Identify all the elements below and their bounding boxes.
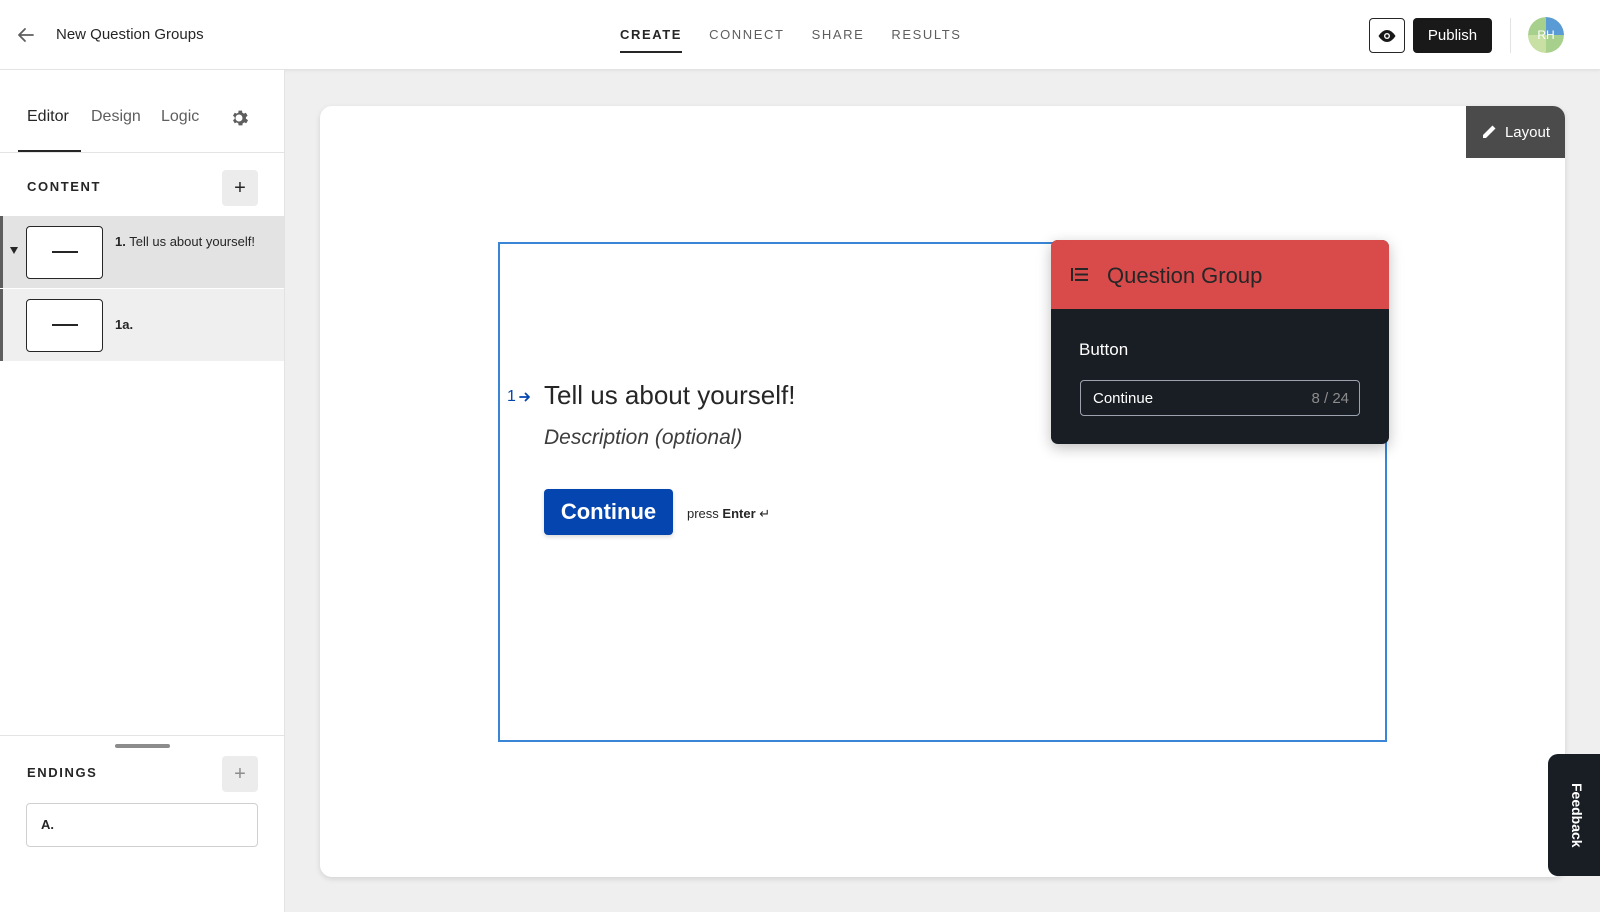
top-bar: New Question Groups CREATE CONNECT SHARE…: [0, 0, 1600, 70]
char-counter: 8 / 24: [1311, 390, 1349, 407]
resize-handle[interactable]: [115, 744, 170, 748]
avatar-initials: RH: [1537, 28, 1555, 42]
preview-button[interactable]: [1369, 18, 1405, 53]
tab-connect[interactable]: CONNECT: [709, 0, 784, 70]
add-content-button[interactable]: +: [222, 170, 258, 206]
sidebar: Editor Design Logic CONTENT + 1. Tell us…: [0, 70, 285, 912]
enter-key-label: Enter: [722, 506, 756, 521]
endings-section: ENDINGS + A.: [0, 735, 285, 912]
plus-icon: +: [234, 762, 246, 785]
popover-title: Question Group: [1107, 263, 1263, 288]
continue-button[interactable]: Continue: [544, 489, 673, 535]
caret-down-icon[interactable]: [10, 247, 18, 254]
add-ending-button[interactable]: +: [222, 756, 258, 792]
tab-results[interactable]: RESULTS: [891, 0, 961, 70]
statement-thumbnail: [26, 226, 103, 279]
publish-button[interactable]: Publish: [1413, 18, 1492, 53]
back-arrow-icon[interactable]: [14, 23, 38, 47]
button-field-label: Button: [1079, 340, 1129, 359]
tab-logic[interactable]: Logic: [161, 108, 199, 126]
content-item-1[interactable]: 1. Tell us about yourself!: [0, 216, 284, 288]
divider: [1510, 18, 1511, 53]
endings-section-label: ENDINGS: [27, 765, 98, 780]
question-number: 1: [507, 388, 531, 406]
content-item-label: 1a.: [115, 315, 255, 335]
press-enter-hint: press Enter ↵: [687, 506, 770, 522]
pencil-icon: [1482, 125, 1496, 138]
tab-share[interactable]: SHARE: [812, 0, 865, 70]
main-nav: CREATE CONNECT SHARE RESULTS: [620, 0, 989, 70]
avatar[interactable]: RH: [1528, 17, 1564, 53]
form-title[interactable]: New Question Groups: [56, 26, 204, 43]
question-title[interactable]: Tell us about yourself!: [544, 380, 795, 411]
content-item-number: 1a.: [115, 317, 134, 332]
button-label-input[interactable]: Continue 8 / 24: [1080, 380, 1360, 416]
question-group-icon: [1071, 268, 1088, 281]
feedback-tab[interactable]: Feedback: [1548, 754, 1600, 876]
popover-header: Question Group: [1051, 240, 1389, 309]
ending-item[interactable]: A.: [26, 803, 258, 847]
plus-icon: +: [234, 176, 246, 199]
tab-design[interactable]: Design: [91, 108, 141, 126]
content-item-text: Tell us about yourself!: [129, 234, 255, 249]
content-item-number: 1.: [115, 234, 126, 249]
content-item-1a[interactable]: 1a.: [0, 289, 284, 361]
question-group-popover: Question Group Button Continue 8 / 24: [1051, 240, 1389, 444]
eye-icon: [1378, 29, 1396, 42]
statement-thumbnail: [26, 299, 103, 352]
feedback-label: Feedback: [1569, 782, 1585, 848]
gear-icon[interactable]: [229, 108, 249, 128]
question-number-text: 1: [507, 388, 516, 405]
tab-create[interactable]: CREATE: [620, 0, 683, 70]
active-tab-indicator: [18, 150, 81, 152]
content-section-label: CONTENT: [27, 179, 102, 194]
press-hint-text: press: [687, 506, 719, 521]
enter-return-icon: ↵: [759, 506, 771, 521]
tab-editor[interactable]: Editor: [27, 108, 69, 126]
question-description[interactable]: Description (optional): [544, 426, 742, 450]
layout-label: Layout: [1504, 123, 1551, 141]
layout-button[interactable]: Layout: [1466, 106, 1565, 158]
sidebar-tabs: Editor Design Logic: [0, 70, 285, 153]
arrow-right-icon: [519, 392, 530, 402]
button-label-value: Continue: [1093, 390, 1154, 407]
content-item-label: 1. Tell us about yourself!: [115, 232, 255, 252]
